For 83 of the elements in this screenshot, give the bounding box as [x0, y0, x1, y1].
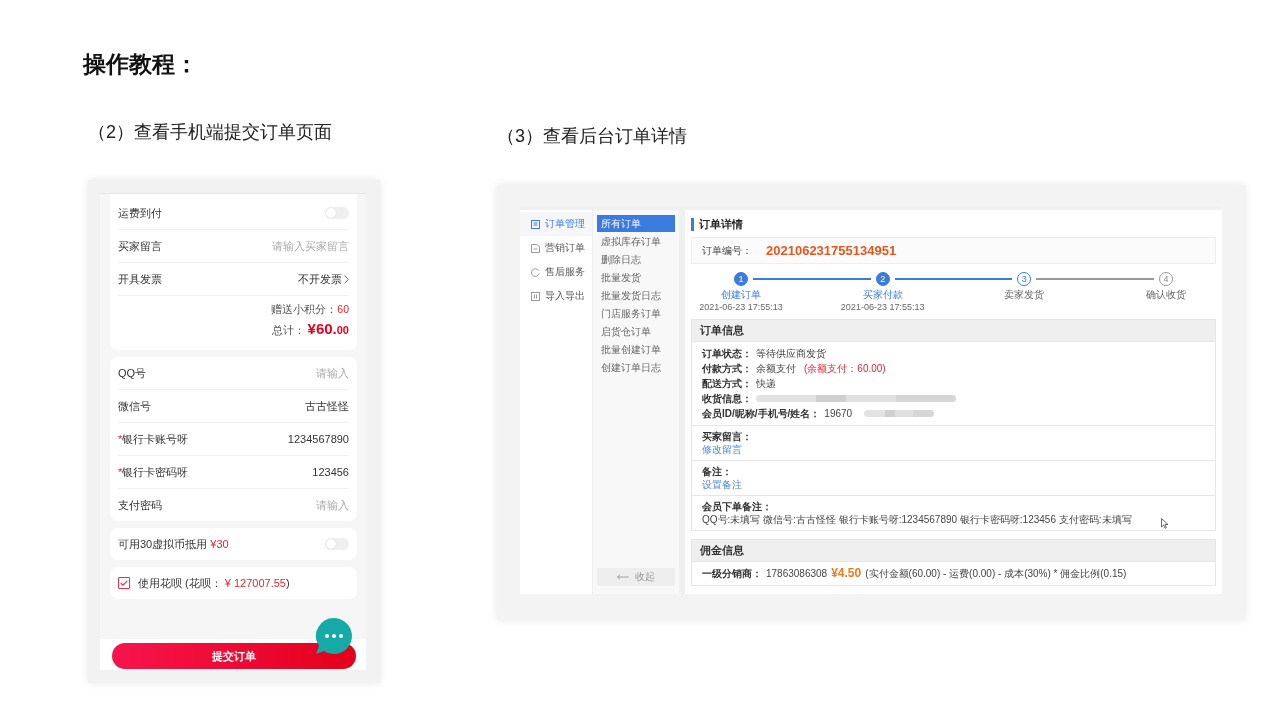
order-number: 202106231755134951: [766, 243, 897, 258]
submenu-item[interactable]: 批量创建订单: [597, 341, 675, 358]
field-label: QQ号: [118, 365, 147, 381]
field-label: 运费到付: [118, 205, 162, 221]
sidebar-item[interactable]: 营销订单: [520, 236, 592, 260]
step-label: 创建订单: [721, 289, 761, 301]
submenu-item[interactable]: 门店服务订单: [597, 305, 675, 322]
input-field[interactable]: 请输入: [229, 367, 349, 379]
page-title: 操作教程：: [83, 50, 198, 79]
remark-text: QQ号:未填写 微信号:古古怪怪 银行卡账号呀:1234567890 银行卡密码呀:123456 支付密码:未填写: [702, 513, 1132, 526]
field-label: 订单编号：: [702, 243, 752, 258]
field-label: 备注：: [702, 465, 732, 478]
input-field[interactable]: 请输入买家留言: [229, 240, 349, 252]
input-field[interactable]: 古古怪怪: [229, 400, 349, 412]
step-number: 1: [734, 272, 748, 286]
submenu-item[interactable]: 虚拟库存订单: [597, 233, 675, 250]
chevron-right-icon: [344, 274, 349, 284]
input-field[interactable]: 请输入: [229, 499, 349, 511]
field-label: 买家留言: [118, 238, 162, 254]
step-label: 确认收货: [1146, 289, 1186, 301]
field-label: 可用30虚拟币抵用 ¥30: [118, 536, 229, 552]
option-label: 使用花呗 (花呗： ¥ 127007.55): [138, 575, 290, 591]
field-value: 等待供应商发货: [756, 347, 826, 361]
payment-note: (余额支付：60.00): [804, 362, 886, 376]
refresh-icon: [531, 267, 540, 277]
toggle-switch[interactable]: [325, 207, 349, 219]
panel-title: 订单详情: [691, 218, 743, 231]
step-label: 买家付款: [862, 289, 903, 301]
field-value: 余额支付: [756, 362, 796, 376]
remark-link[interactable]: 设置备注: [702, 478, 742, 491]
step-number: 2: [875, 272, 890, 286]
step-number: 4: [1159, 272, 1173, 286]
field-value: 19670: [824, 407, 853, 421]
mouse-cursor-icon: [1161, 518, 1169, 529]
step-number: 3: [1017, 272, 1032, 286]
sidebar-item[interactable]: 售后服务: [520, 260, 592, 284]
field-label: 支付密码: [118, 497, 162, 513]
step-label: 卖家发货: [1004, 289, 1045, 301]
field-label: *银行卡密码呀: [118, 464, 189, 480]
columns-icon: [531, 291, 540, 301]
total-amount: 总计： ¥60.00: [271, 319, 349, 339]
remark-link[interactable]: 修改留言: [702, 443, 742, 456]
section-caption: （2）查看手机端提交订单页面: [88, 121, 332, 144]
checkmark-icon: [120, 580, 128, 586]
field-label: 付款方式：: [702, 362, 752, 376]
submenu-item[interactable]: 所有订单: [597, 215, 675, 232]
input-field[interactable]: 1234567890: [229, 433, 349, 445]
submenu-item[interactable]: 批量发货: [597, 269, 675, 286]
section-header: 佣金信息: [692, 540, 1215, 562]
field-label: 订单状态：: [702, 347, 752, 361]
submenu-item[interactable]: 批量发货日志: [597, 287, 675, 304]
field-value: 快递: [756, 377, 776, 391]
section-caption: （3）查看后台订单详情: [497, 125, 687, 148]
submenu-item[interactable]: 启货仓订单: [597, 323, 675, 340]
field-label: *银行卡账号呀: [118, 431, 189, 447]
field-label: 配送方式：: [702, 377, 752, 391]
submenu-item[interactable]: 删除日志: [597, 251, 675, 268]
submit-button[interactable]: 提交订单: [112, 643, 356, 669]
sidebar-item[interactable]: 订单管理: [520, 212, 592, 236]
toggle-switch[interactable]: [325, 538, 349, 550]
commission-amount: ¥4.50: [831, 566, 862, 580]
input-field[interactable]: 123456: [229, 466, 349, 478]
phone-number: 17863086308: [766, 568, 828, 579]
field-label: 一级分销商：: [702, 567, 762, 581]
checkbox[interactable]: [118, 577, 130, 589]
chat-bubble-icon[interactable]: [315, 617, 353, 655]
submenu-item[interactable]: 创建订单日志: [597, 359, 675, 376]
section-header: 订单信息: [692, 320, 1215, 342]
arrow-left-icon: [617, 574, 629, 580]
formula-text: (实付金额(60.00) - 运费(0.00) - 成本(30%) * 佣金比例(0.15): [865, 567, 1127, 581]
step-time: 2021-06-23 17:55:13: [840, 302, 925, 313]
field-label: 开具发票: [118, 271, 162, 287]
sidebar-item[interactable]: 导入导出: [520, 284, 592, 308]
points-text: 赠送小积分：60: [271, 302, 349, 317]
field-label: 会员ID/昵称/手机号/姓名：: [702, 407, 821, 421]
field-label: 收货信息：: [702, 392, 752, 406]
document-icon: [531, 243, 540, 253]
step-time: 2021-06-23 17:55:13: [699, 302, 783, 313]
select-field[interactable]: 不开发票: [298, 271, 349, 287]
field-label: 买家留言：: [702, 430, 752, 443]
field-label: 会员下单备注：: [702, 500, 772, 513]
field-label: 微信号: [118, 398, 151, 414]
list-icon: [531, 219, 540, 229]
